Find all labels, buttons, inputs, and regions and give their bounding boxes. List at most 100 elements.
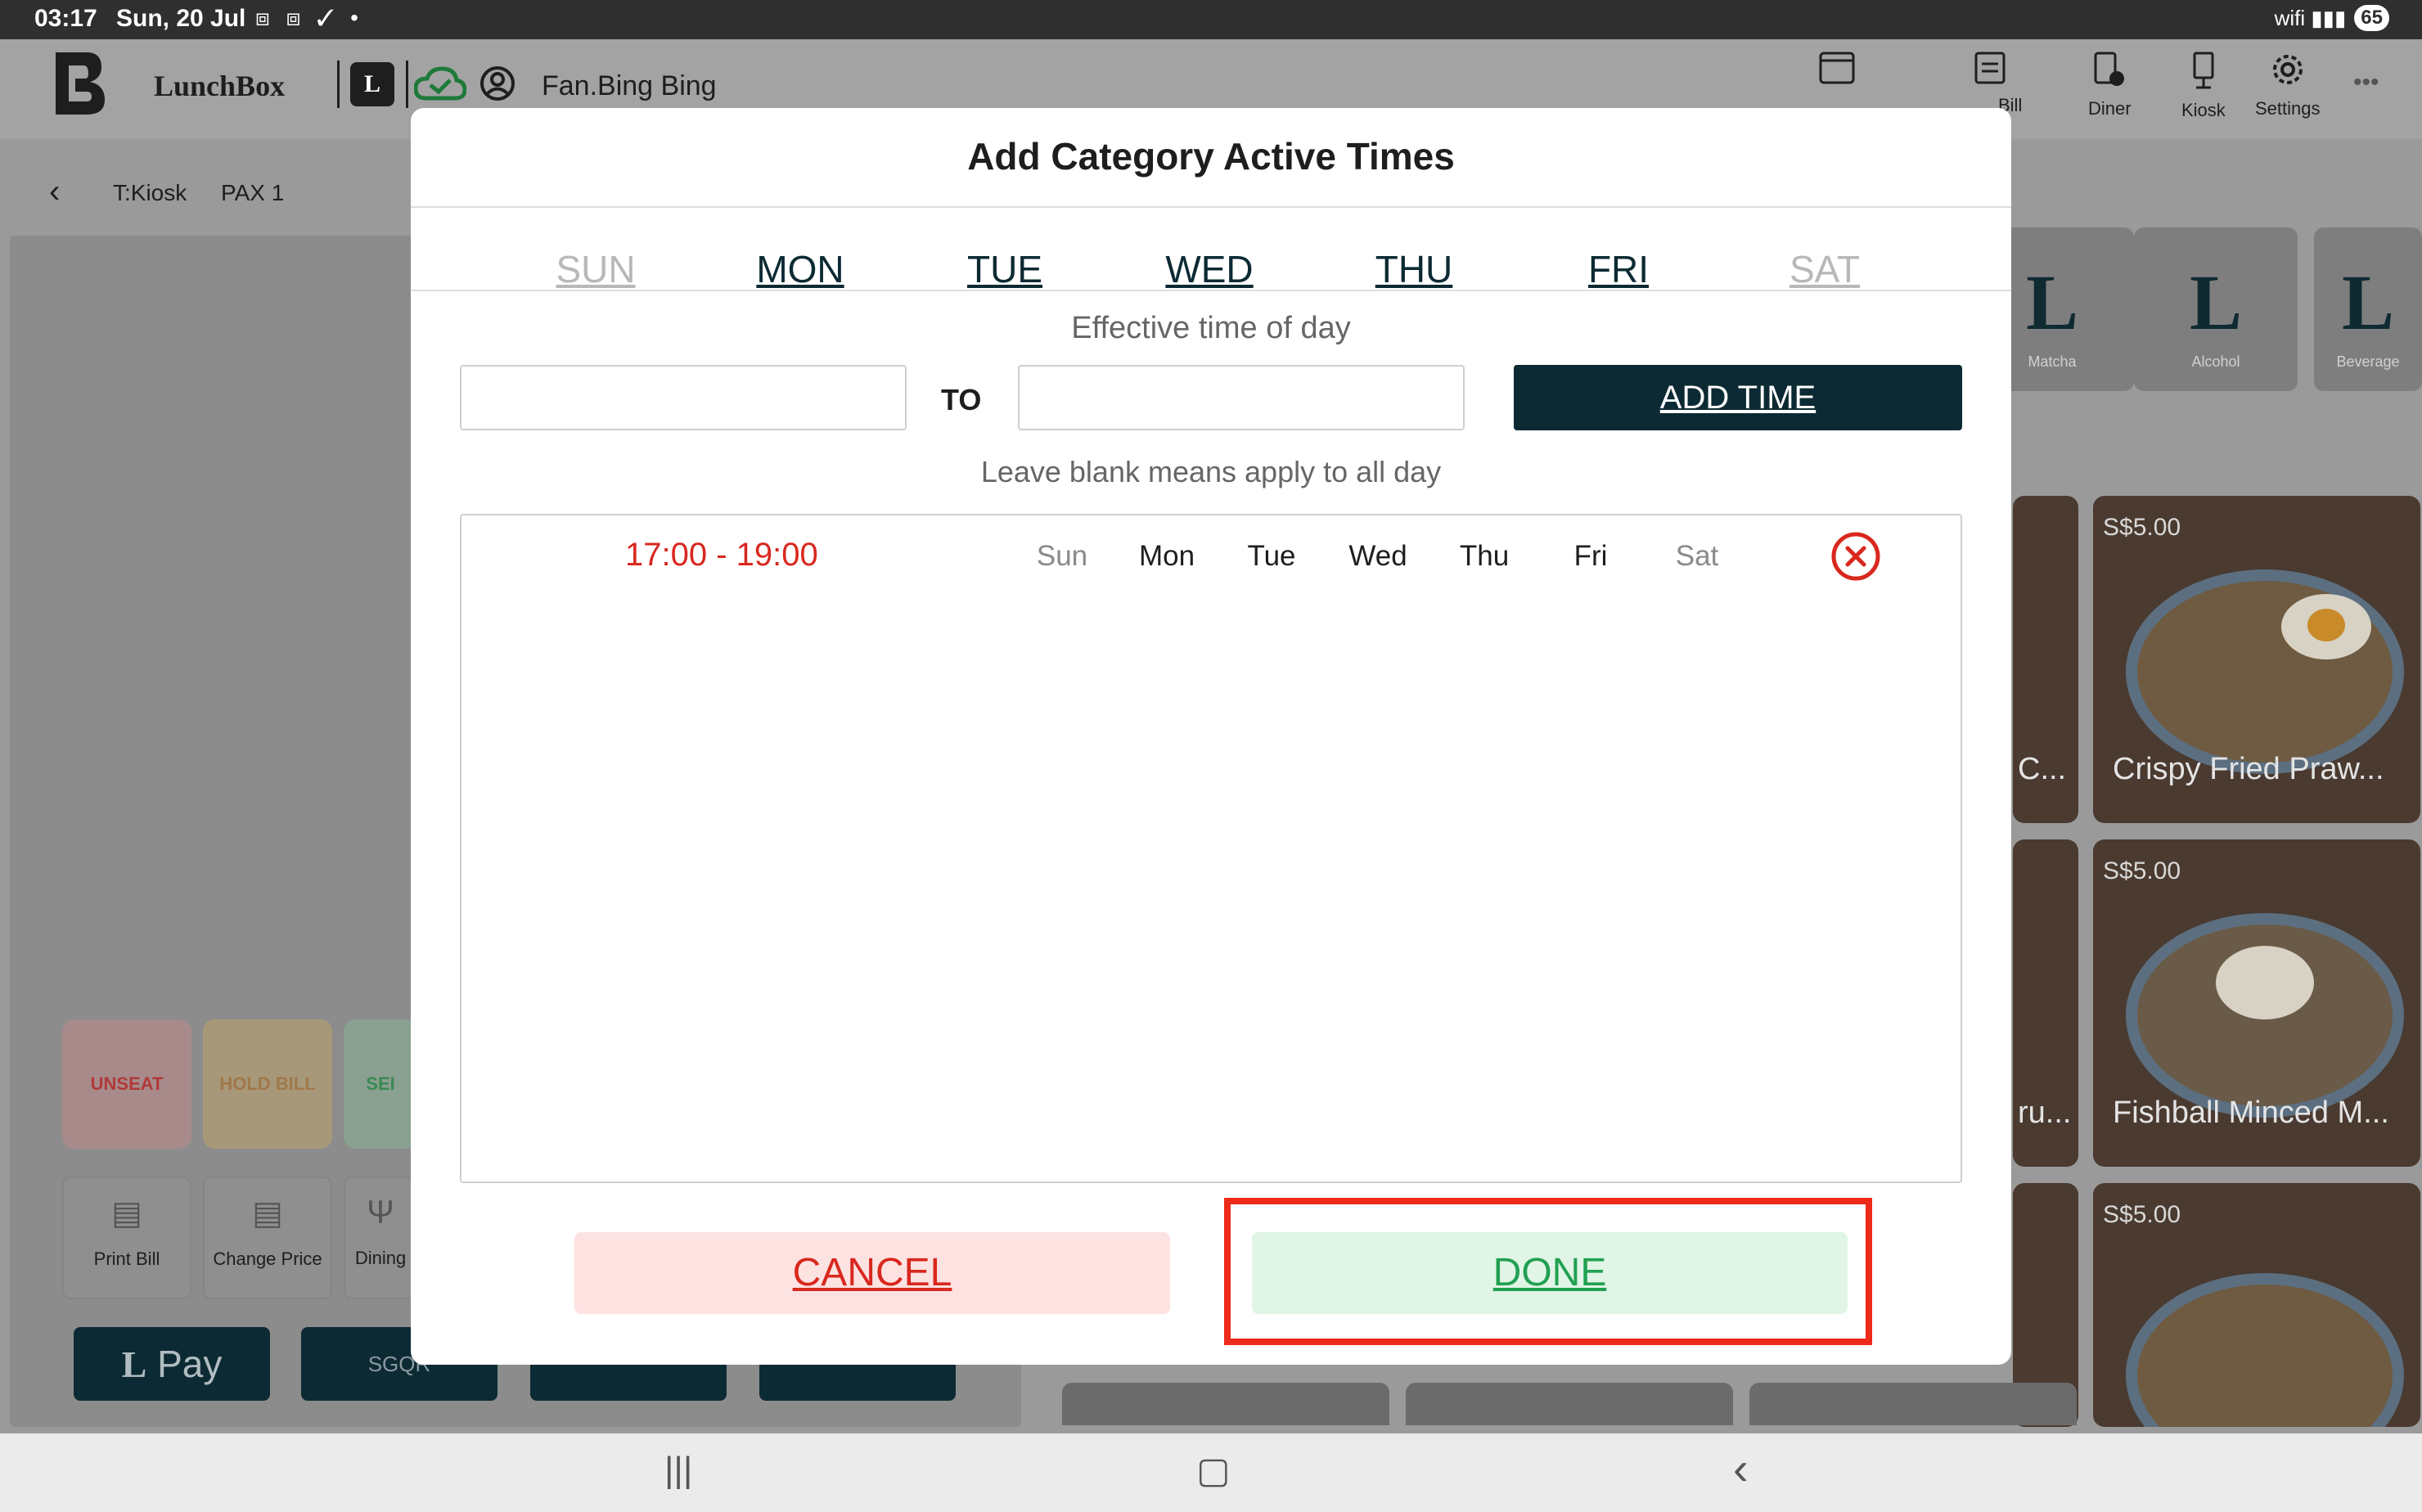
add-time-button[interactable]: ADD TIME: [1514, 365, 1962, 430]
food-image: [2216, 946, 2314, 1019]
toolbar-label: Kiosk: [2181, 100, 2226, 120]
to-label: TO: [941, 383, 982, 416]
category-name: Beverage: [2336, 353, 2400, 370]
divider: [411, 290, 2011, 291]
lpay-button[interactable]: L Pay: [74, 1327, 270, 1401]
status-date: Sun, 20 Jul: [116, 5, 246, 32]
slot-day-sat: Sat: [1675, 540, 1719, 572]
menu-item-price: S$5.00: [2103, 1201, 2181, 1228]
bill-icon: ▤: [252, 1195, 283, 1231]
day-toggle-thu[interactable]: THU: [1375, 247, 1453, 291]
button-label: Change Price: [213, 1249, 322, 1269]
notification-icons: ⧈ ⧈ ✓ •: [255, 5, 363, 30]
food-image: [2307, 609, 2345, 641]
menu-item-card[interactable]: [1749, 1383, 2077, 1425]
button-label: Print Bill: [93, 1249, 160, 1269]
change-price-button[interactable]: ▤ Change Price: [203, 1177, 332, 1299]
done-button-highlight: [1224, 1198, 1872, 1345]
pax-label: PAX 1: [221, 180, 285, 205]
slot-day-wed: Wed: [1348, 540, 1407, 572]
day-toggle-sat[interactable]: SAT: [1789, 247, 1860, 291]
food-image: [2126, 1273, 2404, 1427]
cancel-button[interactable]: CANCEL: [574, 1232, 1170, 1314]
back-icon[interactable]: ‹: [1733, 1442, 1749, 1495]
menu-item-card[interactable]: S$5.00 Crispy Fried Praw...: [2093, 496, 2420, 823]
menu-item-name: C...: [2018, 752, 2067, 786]
menu-item-card[interactable]: ru...: [2013, 839, 2078, 1167]
slot-day-sun: Sun: [1036, 540, 1088, 572]
status-time: 03:17: [34, 5, 97, 32]
window-icon: [1819, 52, 1855, 84]
from-time-input[interactable]: [460, 365, 907, 430]
menu-item-card[interactable]: C...: [2013, 496, 2078, 823]
dining-button[interactable]: Ψ Dining: [344, 1177, 417, 1299]
bill-icon: ▤: [111, 1195, 142, 1231]
recents-icon[interactable]: |||: [664, 1450, 692, 1491]
print-bill-button[interactable]: ▤ Print Bill: [62, 1177, 191, 1299]
category-logo-icon: L: [2341, 259, 2395, 346]
button-label: Pay: [157, 1343, 223, 1385]
lunchbox-logo-icon: [56, 52, 105, 115]
menu-item-name: Fishball Minced M...: [2113, 1096, 2389, 1130]
category-beverage[interactable]: L Beverage: [2314, 227, 2422, 391]
cloud-sync-icon[interactable]: [414, 65, 466, 101]
user-name: Fan.Bing Bing: [542, 70, 717, 101]
bill-icon: [1974, 52, 2006, 84]
send-button[interactable]: SEI: [344, 1019, 417, 1149]
unseat-button[interactable]: UNSEAT: [62, 1019, 191, 1149]
diner-icon: [2094, 52, 2125, 86]
to-time-input[interactable]: [1018, 365, 1465, 430]
toolbar-diner-button[interactable]: Diner: [2088, 51, 2132, 119]
day-toggle-mon[interactable]: MON: [756, 247, 844, 291]
hold-bill-button[interactable]: HOLD BILL: [203, 1019, 332, 1149]
day-selector: SUN MON TUE WED THU FRI SAT: [411, 226, 2011, 308]
add-category-active-times-dialog: Add Category Active Times SUN MON TUE WE…: [411, 108, 2011, 1365]
fork-icon: Ψ: [367, 1195, 394, 1231]
menu-item-card[interactable]: [1062, 1383, 1389, 1425]
toolbar-label: Diner: [2088, 98, 2132, 119]
remove-time-slot-icon[interactable]: [1830, 530, 1882, 583]
button-label: Dining: [354, 1248, 407, 1268]
status-bar: 03:17 Sun, 20 Jul ⧈ ⧈ ✓ • wifi ▮▮▮ 65: [0, 0, 2422, 39]
time-slot-list: 17:00 - 19:00 Sun Mon Tue Wed Thu Fri Sa…: [460, 514, 1962, 1183]
blank-note: Leave blank means apply to all day: [980, 455, 1442, 488]
battery-icon: 65: [2354, 5, 2389, 31]
menu-item-card[interactable]: S$5.00 Fishball Minced M...: [2093, 839, 2420, 1167]
slot-day-mon: Mon: [1138, 540, 1195, 572]
day-toggle-tue[interactable]: TUE: [967, 247, 1042, 291]
divider: [411, 206, 2011, 208]
day-toggle-wed[interactable]: WED: [1165, 247, 1253, 291]
menu-item-card[interactable]: S$5.00: [2093, 1183, 2420, 1427]
slot-day-thu: Thu: [1459, 540, 1510, 572]
kiosk-icon: [2193, 52, 2214, 89]
divider: [406, 61, 408, 108]
menu-item-price: S$5.00: [2103, 857, 2181, 884]
more-icon[interactable]: •••: [2353, 69, 2379, 97]
status-right: wifi ▮▮▮ 65: [2275, 5, 2389, 31]
back-chevron-icon[interactable]: ‹: [49, 173, 60, 210]
category-alcohol[interactable]: L Alcohol: [2134, 227, 2298, 391]
lpay-logo-icon: L: [121, 1343, 147, 1385]
user-icon[interactable]: [479, 65, 515, 101]
toolbar-kiosk-button[interactable]: Kiosk: [2181, 51, 2226, 121]
table-label: T:Kiosk: [113, 180, 187, 205]
brand-name: LunchBox: [154, 70, 286, 102]
menu-item-name: ru...: [2018, 1096, 2072, 1130]
effective-time-label: Effective time of day: [1071, 311, 1351, 345]
home-icon[interactable]: ▢: [1196, 1450, 1231, 1492]
toolbar-bill-button[interactable]: Bill: [1957, 51, 2022, 116]
slot-day-tue: Tue: [1247, 540, 1296, 572]
time-slot-range: 17:00 - 19:00: [625, 537, 818, 573]
menu-item-name: Crispy Fried Praw...: [2113, 752, 2384, 786]
category-name: Alcohol: [2191, 353, 2240, 370]
menu-item-card[interactable]: [1406, 1383, 1733, 1425]
day-toggle-sun[interactable]: SUN: [556, 247, 635, 291]
divider: [337, 61, 340, 108]
signal-icon: wifi ▮▮▮: [2274, 5, 2347, 30]
toolbar-settings-button[interactable]: Settings: [2255, 51, 2321, 119]
mini-logo-button[interactable]: L: [350, 62, 394, 106]
day-toggle-fri[interactable]: FRI: [1588, 247, 1649, 291]
category-logo-icon: L: [2189, 259, 2243, 346]
gear-icon: [2272, 55, 2303, 84]
toolbar-kiosk-window-button[interactable]: [1818, 51, 1856, 95]
